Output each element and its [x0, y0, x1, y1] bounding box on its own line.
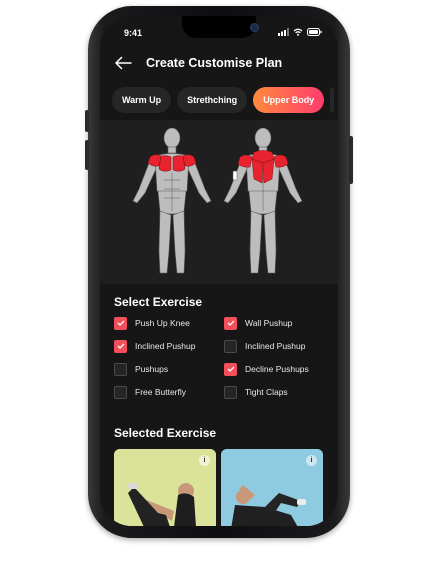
wristband-icon [232, 170, 238, 181]
battery-icon [307, 28, 322, 36]
selected-exercise-title: Selected Exercise [114, 426, 217, 440]
check-icon [117, 343, 124, 349]
selected-exercise-card[interactable]: i [221, 449, 323, 526]
exercise-label: Tight Claps [245, 387, 288, 397]
volume-button [85, 140, 89, 170]
exercise-item[interactable]: Wall Pushup [224, 316, 334, 330]
info-icon[interactable]: i [199, 455, 210, 466]
exercise-list: Push Up Knee Wall Pushup Inclined Pushup… [114, 316, 334, 399]
checkbox-checked[interactable] [224, 362, 237, 376]
exercise-label: Inclined Pushup [135, 341, 196, 351]
header: Create Customise Plan [114, 56, 282, 70]
check-icon [227, 366, 234, 372]
checkbox-checked[interactable] [114, 316, 127, 330]
exercise-item[interactable]: Push Up Knee [114, 316, 224, 330]
checkbox-checked[interactable] [114, 339, 127, 353]
status-icons [278, 28, 322, 36]
tab-upper-body[interactable]: Upper Body [253, 87, 325, 113]
exercise-label: Free Butterfly [135, 387, 187, 397]
selected-exercise-card[interactable]: i [114, 449, 216, 526]
front-body-figure [132, 127, 212, 274]
tab-warm-up[interactable]: Warm Up [112, 87, 172, 113]
checkbox-unchecked[interactable] [224, 385, 237, 399]
checkbox-unchecked[interactable] [114, 362, 127, 376]
exercise-item[interactable]: Free Butterfly [114, 385, 224, 399]
muscle-map [100, 120, 338, 284]
wifi-icon [293, 28, 303, 36]
exercise-item[interactable]: Pushups [114, 362, 224, 376]
exercise-item[interactable]: Inclined Pushup [224, 339, 334, 353]
phone-screen: 9:41 Create Customise Plan Warm Up Stret… [100, 16, 338, 526]
exercise-label: Inclined Pushup [245, 341, 306, 351]
exercise-label: Wall Pushup [245, 318, 293, 328]
volume-button [85, 110, 89, 132]
checkbox-unchecked[interactable] [114, 385, 127, 399]
back-body-figure [223, 127, 303, 274]
status-time: 9:41 [124, 28, 143, 38]
select-exercise-title: Select Exercise [114, 295, 203, 309]
checkbox-checked[interactable] [224, 316, 237, 330]
check-icon [117, 320, 124, 326]
exercise-label: Decline Pushups [245, 364, 309, 374]
tab-stretching[interactable]: Strethching [177, 87, 248, 113]
info-icon[interactable]: i [306, 455, 317, 466]
exercise-item[interactable]: Tight Claps [224, 385, 334, 399]
camera-icon [250, 23, 259, 32]
notch [182, 16, 256, 38]
exercise-label: Pushups [135, 364, 169, 374]
exercise-label: Push Up Knee [135, 318, 190, 328]
exercise-item[interactable]: Decline Pushups [224, 362, 334, 376]
exercise-item[interactable]: Inclined Pushup [114, 339, 224, 353]
check-icon [227, 320, 234, 326]
back-arrow-icon[interactable] [114, 56, 132, 70]
checkbox-unchecked[interactable] [224, 339, 237, 353]
tab-next-partial[interactable] [330, 87, 335, 113]
power-button [349, 136, 353, 184]
category-tabs: Warm Up Strethching Upper Body [112, 87, 335, 113]
page-title: Create Customise Plan [146, 56, 283, 70]
signal-icon [278, 28, 289, 36]
